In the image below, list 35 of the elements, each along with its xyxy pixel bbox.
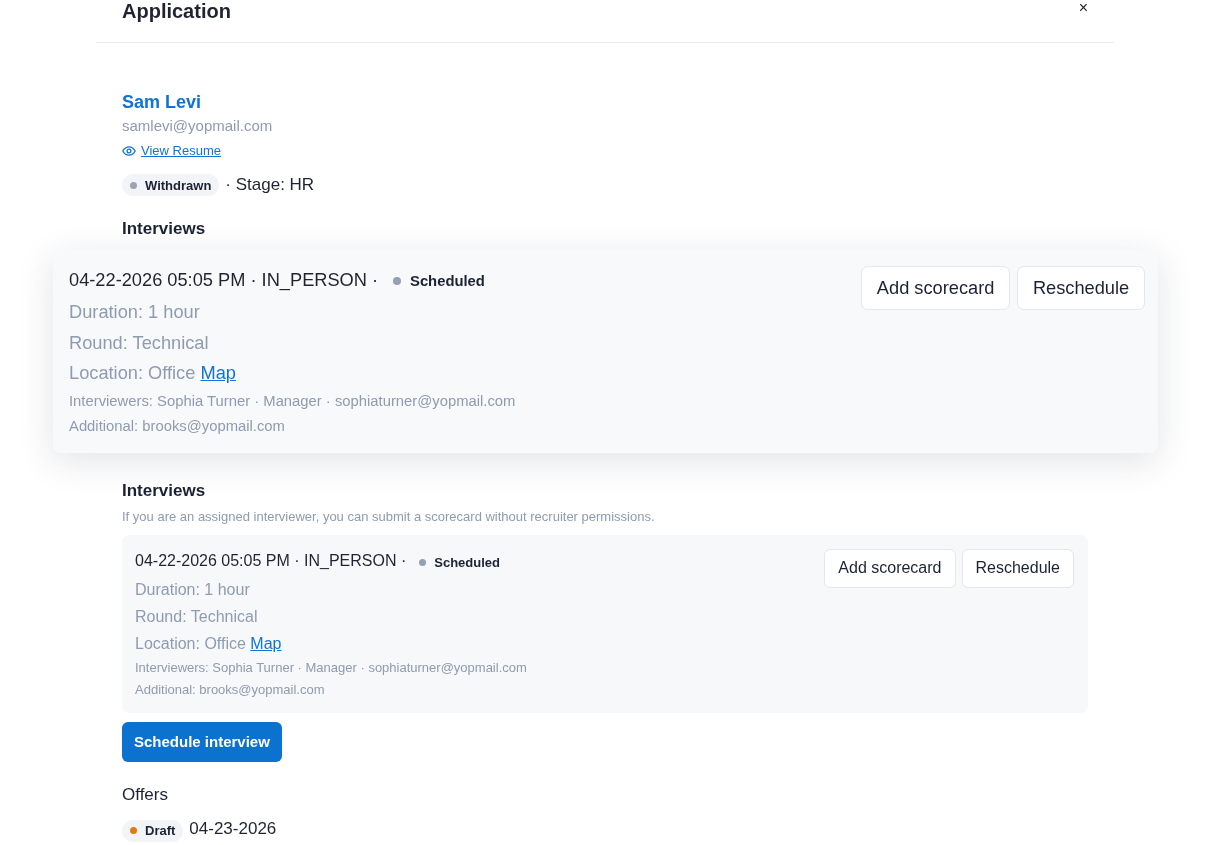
map-link[interactable]: Map xyxy=(250,634,282,652)
section-heading: Interviews xyxy=(122,218,207,240)
detail-text: Interviewers: Sophia Turner · Manager · sophiaturner@yopmail.com xyxy=(135,658,528,677)
card-action-button[interactable]: Add scorecard xyxy=(861,265,1011,311)
detail-text: Round: Technical xyxy=(69,330,210,355)
card-action-button[interactable]: Reschedule xyxy=(961,548,1074,588)
map-link[interactable]: Map xyxy=(200,362,236,384)
detail-text: Additional: brooks@yopmail.com xyxy=(135,680,326,699)
status-label: Scheduled xyxy=(434,555,500,569)
section-heading: Interviews xyxy=(122,479,207,502)
hint-text: If you are an assigned interviewer, you can submit a scorecard without recruiter permissions. xyxy=(122,507,656,526)
email-text: samlevi@yopmail.com xyxy=(122,116,274,136)
location-text: Location: Office Map xyxy=(69,361,237,386)
location-text: Location: Office Map xyxy=(135,633,283,654)
card-action-button[interactable]: Add scorecard xyxy=(824,548,956,588)
detail-text: Duration: 1 hour xyxy=(135,579,251,600)
status-label: Draft xyxy=(145,824,176,838)
section-heading: Offers xyxy=(122,783,169,806)
detail-text: Interviewers: Sophia Turner · Manager · sophiaturner@yopmail.com xyxy=(69,392,517,412)
interview-summary: 04-22-2026 05:05 PM · IN_PERSON · xyxy=(69,268,379,291)
view-resume-link[interactable]: View Resume xyxy=(122,141,221,161)
detail-text: Round: Technical xyxy=(135,606,259,627)
window-title: Application xyxy=(122,0,231,22)
candidate-name-link[interactable]: Sam Levi xyxy=(122,90,202,114)
schedule-interview-button[interactable]: Schedule interview xyxy=(122,721,282,762)
detail-text: Duration: 1 hour xyxy=(69,299,201,324)
eye-icon xyxy=(122,146,136,156)
detail-text: Additional: brooks@yopmail.com xyxy=(69,417,286,437)
interview-summary: 04-22-2026 05:05 PM · IN_PERSON · xyxy=(135,551,407,570)
status-label: Scheduled xyxy=(410,273,485,289)
offer-date: 04-23-2026 xyxy=(189,819,277,840)
close-button[interactable]: × xyxy=(1078,0,1088,16)
card-action-button[interactable]: Reschedule xyxy=(1017,265,1145,311)
status-label: Withdrawn xyxy=(145,178,212,192)
stage-text: · Stage: HR xyxy=(225,175,315,195)
